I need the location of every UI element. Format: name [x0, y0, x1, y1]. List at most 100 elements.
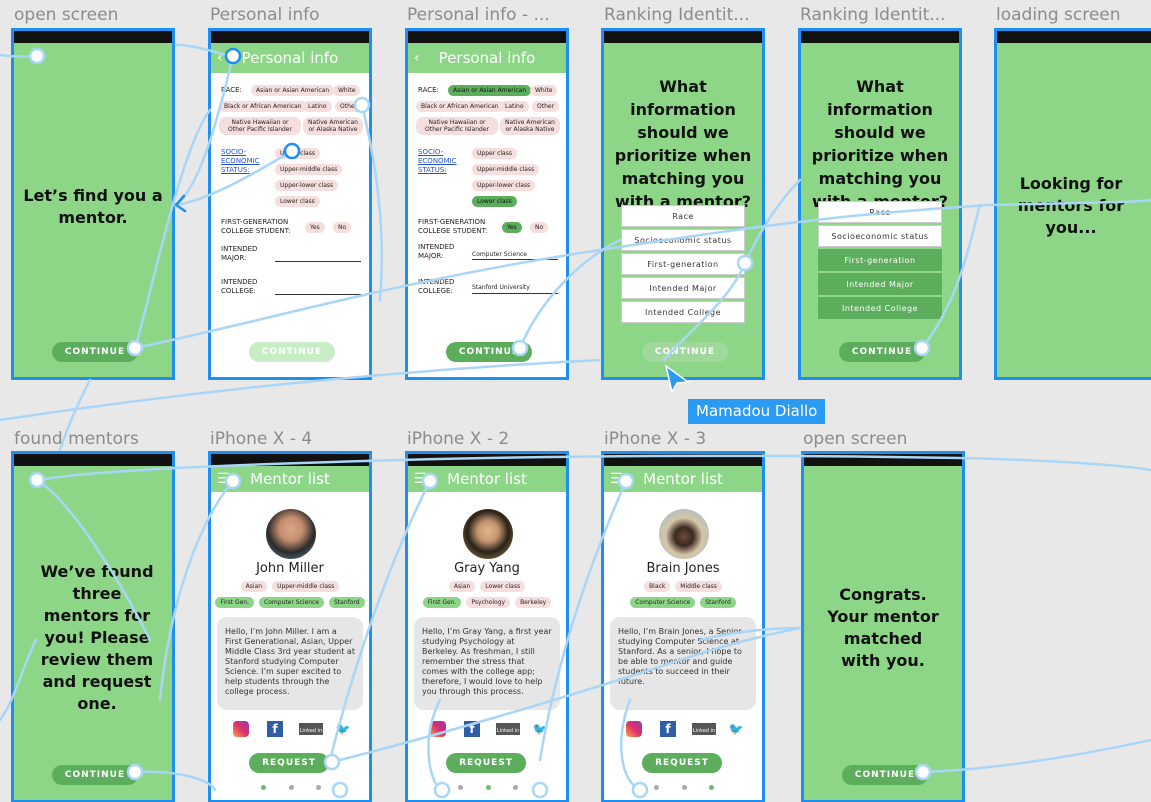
frame-ranking-1[interactable]: What information should we prioritize wh… — [601, 28, 765, 380]
menu-icon[interactable]: ☰ — [610, 466, 623, 492]
ses-option[interactable]: Upper-lower class — [472, 180, 536, 191]
back-icon[interactable]: ‹ — [217, 43, 223, 73]
frame-label-personal-info[interactable]: Personal info — [210, 5, 320, 25]
menu-icon[interactable]: ☰ — [414, 466, 427, 492]
continue-button[interactable]: CONTINUE — [52, 342, 138, 362]
rank-option-major-selected[interactable]: Intended Major — [818, 273, 942, 295]
twitter-icon[interactable]: 🐦 — [335, 721, 351, 737]
request-button[interactable]: REQUEST — [642, 753, 722, 773]
major-input[interactable] — [275, 261, 361, 262]
race-option[interactable]: Other — [532, 101, 560, 112]
frame-label-loading[interactable]: loading screen — [996, 5, 1121, 25]
no-option[interactable]: No — [530, 222, 549, 233]
linkedin-icon[interactable]: Linked in — [692, 723, 716, 735]
ses-label: SOCIO-ECONOMIC STATUS: — [221, 148, 260, 174]
continue-button[interactable]: CONTINUE — [842, 765, 928, 785]
race-option[interactable]: Native Hawaiian or Other Pacific Islande… — [219, 117, 301, 135]
frame-mentor-john[interactable]: Mentor list ☰ John Miller Asian Upper-mi… — [208, 451, 372, 802]
twitter-icon[interactable]: 🐦 — [728, 721, 744, 737]
rank-option-ses[interactable]: Socioeconomic status — [621, 229, 745, 251]
status-bar — [997, 31, 1151, 43]
frame-ranking-2[interactable]: What information should we prioritize wh… — [798, 28, 962, 380]
back-icon[interactable]: ‹ — [414, 43, 420, 73]
continue-button[interactable]: CONTINUE — [642, 342, 728, 362]
instagram-icon[interactable] — [430, 721, 446, 737]
mentor-tag: Stanford — [329, 597, 365, 608]
continue-button[interactable]: CONTINUE — [446, 342, 532, 362]
facebook-icon[interactable]: f — [660, 721, 676, 737]
frame-label-ranking-2[interactable]: Ranking Identit... — [800, 5, 945, 25]
continue-button[interactable]: CONTINUE — [839, 342, 925, 362]
frame-label-open-screen[interactable]: open screen — [14, 5, 118, 25]
rank-option-firstgen-selected[interactable]: First-generation — [818, 249, 942, 271]
mentor-name: John Miller — [256, 561, 324, 576]
rank-option-ses[interactable]: Socioeconomic status — [818, 225, 942, 247]
race-option[interactable]: Native American or Alaska Native — [303, 117, 363, 135]
facebook-icon[interactable]: f — [267, 721, 283, 737]
ses-option[interactable]: Lower class — [275, 196, 320, 207]
frame-label-open-screen-2[interactable]: open screen — [803, 429, 907, 449]
continue-button[interactable]: CONTINUE — [52, 765, 138, 785]
frame-mentor-brain[interactable]: Mentor list ☰ Brain Jones Black Middle c… — [601, 451, 765, 802]
congrats-text: Congrats. Your mentor matched with you. — [827, 585, 939, 670]
no-option[interactable]: No — [333, 222, 352, 233]
race-option[interactable]: Latino — [303, 101, 332, 112]
rank-option-college[interactable]: Intended College — [621, 301, 745, 323]
page-dots — [261, 785, 321, 790]
frame-personal-info[interactable]: Personal info ‹ RACE: Asian or Asian Ame… — [208, 28, 372, 380]
frame-label-ranking-1[interactable]: Ranking Identit... — [604, 5, 749, 25]
race-option[interactable]: Black or African American — [416, 101, 504, 112]
frame-congrats[interactable]: Congrats. Your mentor matched with you. … — [801, 451, 965, 802]
yes-option-selected[interactable]: Yes — [502, 222, 522, 233]
instagram-icon[interactable] — [626, 721, 642, 737]
firstgen-label: FIRST-GENERATION COLLEGE STUDENT: — [221, 218, 291, 235]
frame-label-iphone-3[interactable]: iPhone X - 3 — [604, 429, 706, 449]
race-option[interactable]: White — [333, 85, 361, 96]
college-value[interactable]: Stanford University — [472, 283, 530, 292]
race-option[interactable]: Black or African American — [219, 101, 307, 112]
frame-found-mentors[interactable]: We’ve found three mentors for you! Pleas… — [11, 451, 175, 802]
status-bar — [14, 454, 172, 466]
rank-option-firstgen[interactable]: First-generation — [621, 253, 745, 275]
frame-label-found-mentors[interactable]: found mentors — [14, 429, 139, 449]
ses-option[interactable]: Upper-middle class — [472, 164, 540, 175]
yes-option[interactable]: Yes — [305, 222, 325, 233]
instagram-icon[interactable] — [233, 721, 249, 737]
frame-loading[interactable]: Looking for mentors for you... — [994, 28, 1151, 380]
linkedin-icon[interactable]: Linked in — [299, 723, 323, 735]
frame-personal-info-filled[interactable]: Personal info ‹ RACE: Asian or Asian Ame… — [405, 28, 569, 380]
race-option[interactable]: White — [530, 85, 558, 96]
linkedin-icon[interactable]: Linked in — [496, 723, 520, 735]
request-button[interactable]: REQUEST — [446, 753, 526, 773]
major-input[interactable] — [472, 259, 558, 260]
ses-option[interactable]: Upper class — [472, 148, 517, 159]
facebook-icon[interactable]: f — [464, 721, 480, 737]
race-option[interactable]: Native Hawaiian or Other Pacific Islande… — [416, 117, 498, 135]
race-option[interactable]: Asian or Asian American — [251, 85, 335, 96]
continue-button[interactable]: CONTINUE — [249, 342, 335, 362]
race-option[interactable]: Native American or Alaska Native — [500, 117, 560, 135]
race-option-selected[interactable]: Asian or Asian American — [448, 85, 532, 96]
college-input[interactable] — [275, 294, 361, 295]
college-input[interactable] — [472, 293, 558, 294]
race-option[interactable]: Latino — [500, 101, 529, 112]
frame-open-screen[interactable]: Let’s find you a mentor. CONTINUE — [11, 28, 175, 380]
ses-option[interactable]: Upper-lower class — [275, 180, 339, 191]
ses-option-selected[interactable]: Lower class — [472, 196, 517, 207]
rank-option-college-selected[interactable]: Intended College — [818, 297, 942, 319]
ses-option[interactable]: Upper-middle class — [275, 164, 343, 175]
race-label: RACE: — [418, 86, 439, 94]
rank-option-major[interactable]: Intended Major — [621, 277, 745, 299]
frame-label-iphone-2[interactable]: iPhone X - 2 — [407, 429, 509, 449]
menu-icon[interactable]: ☰ — [217, 466, 230, 492]
ses-option[interactable]: Upper class — [275, 148, 320, 159]
rank-option-race[interactable]: Race — [621, 205, 745, 227]
major-value[interactable]: Computer Science — [472, 250, 527, 259]
frame-label-personal-info-2[interactable]: Personal info - ... — [407, 5, 550, 25]
frame-mentor-gray[interactable]: Mentor list ☰ Gray Yang Asian Lower clas… — [405, 451, 569, 802]
frame-label-iphone-4[interactable]: iPhone X - 4 — [210, 429, 312, 449]
twitter-icon[interactable]: 🐦 — [532, 721, 548, 737]
request-button[interactable]: REQUEST — [249, 753, 329, 773]
race-option[interactable]: Other — [335, 101, 363, 112]
rank-option-race[interactable]: Race — [818, 201, 942, 223]
